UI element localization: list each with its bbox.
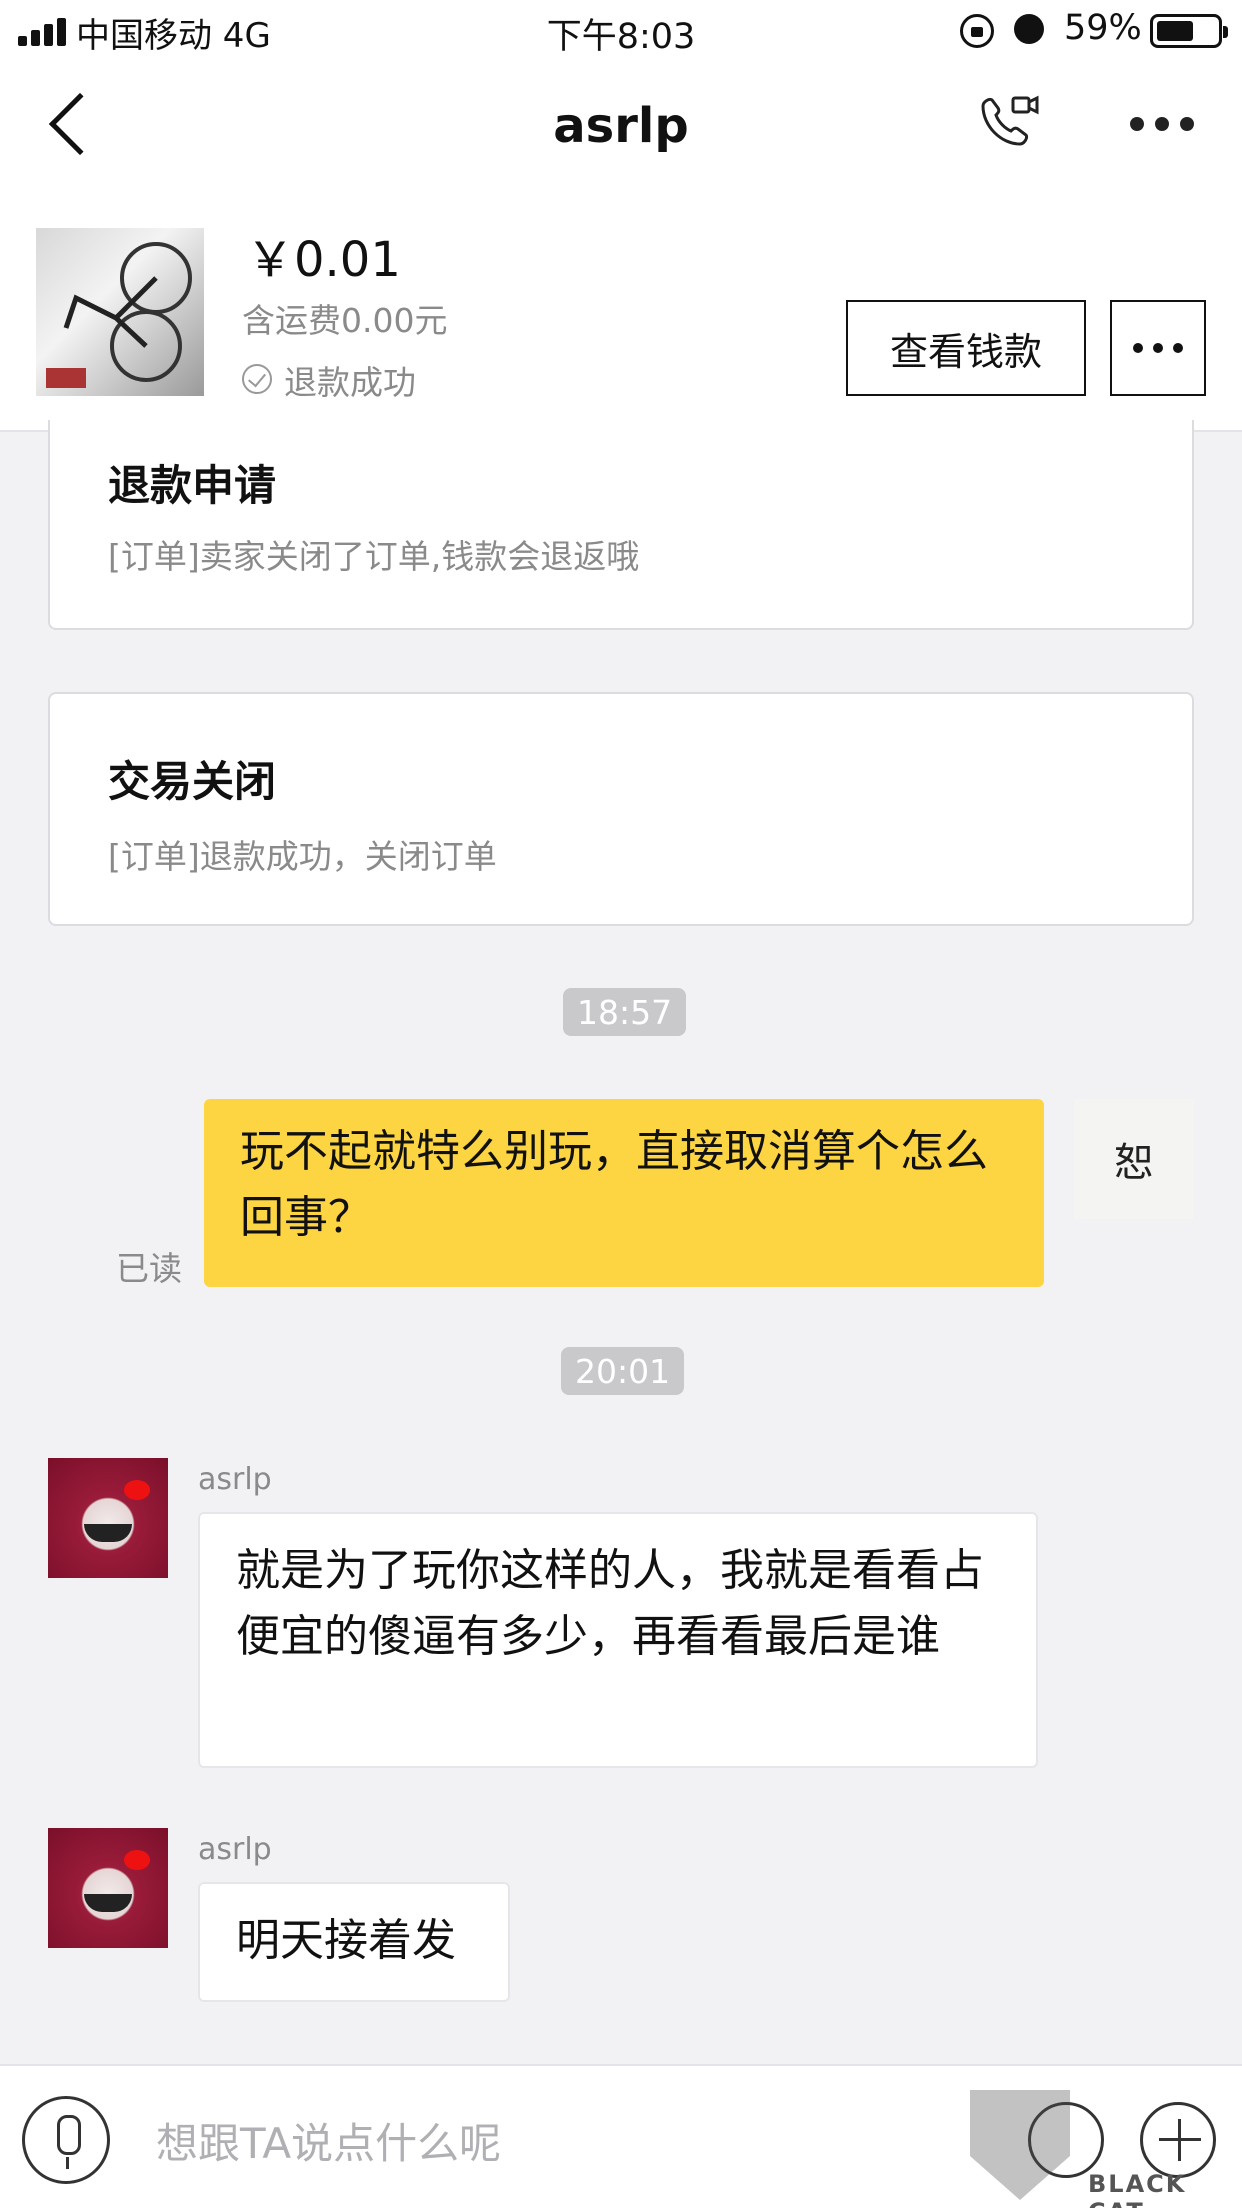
video-call-icon[interactable] [975,92,1039,156]
message-bubble-peer[interactable]: 就是为了玩你这样的人，我就是看看占便宜的傻逼有多少，再看看最后是谁 [198,1512,1038,1768]
product-price: ￥0.01 [246,232,401,288]
notice-desc: [订单]卖家关闭了订单,钱款会退返哦 [108,537,640,576]
sender-name: asrlp [198,1462,272,1497]
more-icon[interactable] [1130,114,1194,134]
timestamp-chip: 20:01 [561,1347,685,1395]
product-card: ￥0.01 含运费0.00元 退款成功 查看钱款 [0,190,1242,432]
read-receipt: 已读 [116,1249,182,1288]
timestamp-chip: 18:57 [563,988,687,1036]
refund-status: 退款成功 [284,363,416,402]
notice-card-refund-request[interactable]: 退款申请 [订单]卖家关闭了订单,钱款会退返哦 [48,420,1194,630]
message-bubble-self[interactable]: 玩不起就特么别玩，直接取消算个怎么回事？ [204,1099,1044,1287]
product-thumbnail[interactable] [36,228,204,396]
product-shipping: 含运费0.00元 [242,301,448,340]
alarm-icon [1014,14,1044,44]
notice-title: 退款申请 [108,461,277,510]
nav-bar: asrlp [0,62,1242,190]
microphone-icon[interactable] [22,2096,110,2184]
message-input[interactable]: 想跟TA说点什么呢 [156,2110,501,2171]
chat-title: asrlp [553,98,689,154]
battery-icon [1150,14,1228,48]
notice-desc: [订单]退款成功，关闭订单 [108,837,497,876]
avatar-peer[interactable] [48,1458,168,1578]
watermark-text: BLACK CAT [1088,2170,1187,2208]
card-more-button[interactable] [1110,300,1206,396]
avatar-self[interactable]: 恕 [1074,1099,1194,1219]
watermark: BLACK CAT [970,2090,1242,2208]
notice-title: 交易关闭 [108,757,277,806]
battery-percent: 59% [1064,8,1142,48]
check-circle-icon [242,364,272,394]
notice-card-trade-closed[interactable]: 交易关闭 [订单]退款成功，关闭订单 [48,692,1194,926]
message-bubble-peer[interactable]: 明天接着发 [198,1882,510,2002]
status-bar: 中国移动 4G 下午8:03 59% [0,0,1242,62]
rotation-lock-icon [960,14,994,48]
avatar-peer[interactable] [48,1828,168,1948]
watermark-logo [970,2090,1070,2200]
sender-name: asrlp [198,1832,272,1867]
view-money-button[interactable]: 查看钱款 [846,300,1086,396]
status-time: 下午8:03 [546,17,696,57]
